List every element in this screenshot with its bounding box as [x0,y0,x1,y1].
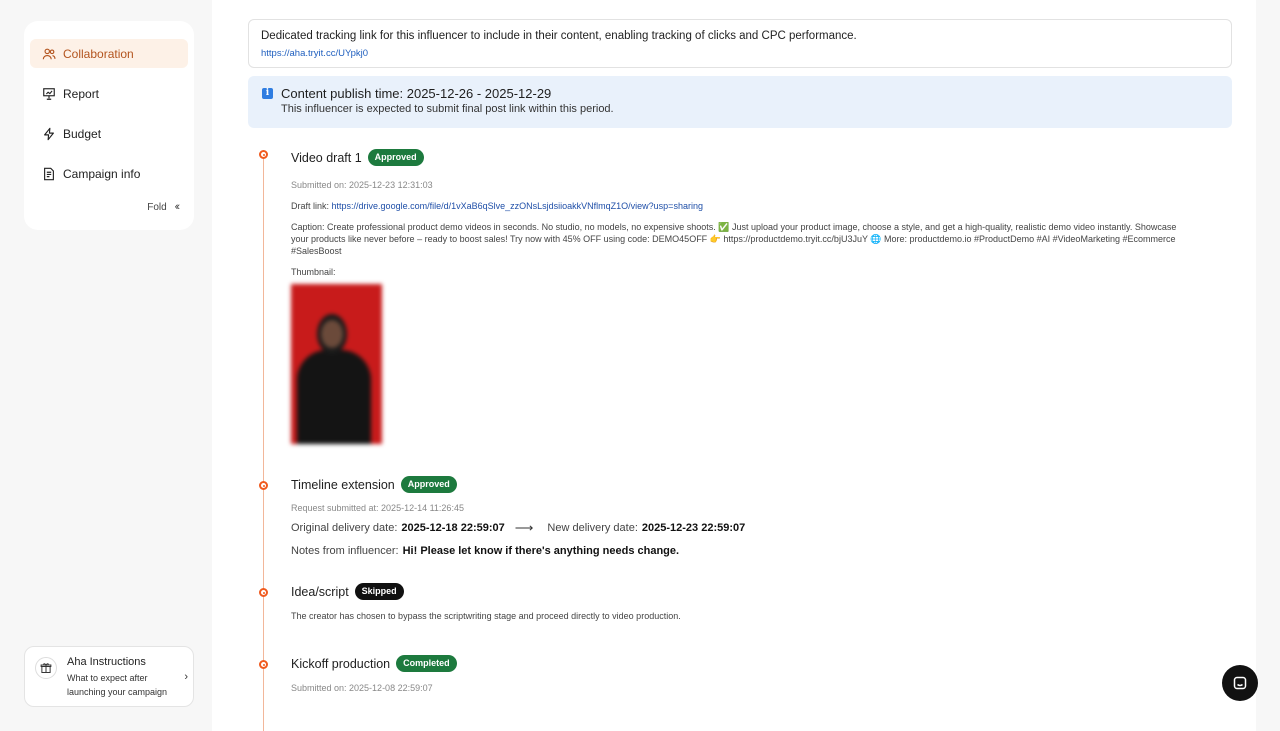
double-chevron-left-icon: ‹‹ [174,201,181,213]
thumbnail-figure [297,350,371,444]
tracking-link-box: Dedicated tracking link for this influen… [248,19,1232,68]
status-badge: Approved [367,149,424,166]
fold-label: Fold [147,201,167,213]
timeline-dot [259,660,268,669]
users-icon [42,47,56,61]
submitted-date: Submitted on: 2025-12-08 22:59:07 [291,683,433,693]
step-title: Video draft 1 [291,150,362,165]
sidebar-item-label: Report [63,86,100,101]
timeline-dot [259,150,268,159]
new-date-value: 2025-12-23 22:59:07 [641,522,746,534]
step-title: Kickoff production [291,656,391,671]
request-date: Request submitted at: 2025-12-14 11:26:4… [291,503,464,513]
thumbnail-label: Thumbnail: [291,267,336,277]
presentation-icon [42,87,56,101]
original-date-value: 2025-12-18 22:59:07 [401,522,505,534]
sidebar: Collaboration Report Budget Campaign inf… [0,0,212,731]
status-badge: Approved [400,476,457,493]
sidebar-item-campaign-info[interactable]: Campaign info [30,159,188,188]
aha-title: Aha Instructions [67,656,146,668]
aha-instructions-card[interactable]: Aha Instructions What to expect after la… [24,646,194,707]
tracking-description: Dedicated tracking link for this influen… [261,30,857,42]
draft-link-label: Draft link: [291,201,330,211]
draft-link[interactable]: https://drive.google.com/file/d/1vXaB6qS… [332,201,703,211]
timeline-extension-step: Timeline extension Approved [291,476,457,493]
lightning-icon [42,127,56,141]
caption-text: Caption: Create professional product dem… [291,222,1177,256]
sidebar-item-label: Budget [63,126,102,141]
sidebar-nav: Collaboration Report Budget Campaign inf… [24,21,194,230]
info-icon: i [262,88,273,99]
status-badge: Completed [396,655,457,672]
notes-value: Hi! Please let know if there's anything … [402,545,680,557]
aha-subtitle: What to expect after launching your camp… [67,673,168,697]
timeline-dot [259,588,268,597]
step-title: Idea/script [291,584,349,599]
publish-title: Content publish time: 2025-12-26 - 2025-… [281,86,552,101]
chat-icon [1232,675,1248,691]
publish-time-banner: i Content publish time: 2025-12-26 - 202… [248,76,1232,128]
gift-icon [35,657,57,679]
step-title: Timeline extension [291,477,395,492]
influencer-notes-row: Notes from influencer: Hi! Please let kn… [291,544,679,558]
status-badge: Skipped [354,583,404,600]
idea-script-step: Idea/script Skipped [291,583,404,600]
main-content: Dedicated tracking link for this influen… [212,0,1256,731]
publish-subtitle: This influencer is expected to submit fi… [281,103,614,115]
original-date-label: Original delivery date: [291,522,398,534]
new-date-label: New delivery date: [547,522,638,534]
document-icon [42,167,56,181]
chevron-right-icon: › [184,671,188,683]
fold-button[interactable]: Fold ‹‹ [147,201,181,213]
notes-label: Notes from influencer: [291,545,399,557]
timeline-line [263,154,264,731]
tracking-link[interactable]: https://aha.tryit.cc/UYpkj0 [261,47,1219,61]
sidebar-item-collaboration[interactable]: Collaboration [30,39,188,68]
submitted-date: Submitted on: 2025-12-23 12:31:03 [291,180,433,190]
video-draft-step: Video draft 1 Approved [291,149,424,166]
kickoff-step: Kickoff production Completed [291,655,457,672]
sidebar-item-label: Collaboration [63,46,134,61]
arrow-right-icon: ⟶ [514,520,534,535]
timeline-dot [259,481,268,490]
draft-link-row: Draft link: https://drive.google.com/fil… [291,200,703,212]
sidebar-item-label: Campaign info [63,166,141,181]
thumbnail-face [321,320,343,348]
thumbnail-image[interactable] [291,284,382,444]
chat-button[interactable] [1222,665,1258,701]
sidebar-item-budget[interactable]: Budget [30,119,188,148]
skip-description: The creator has chosen to bypass the scr… [291,611,681,621]
sidebar-item-report[interactable]: Report [30,79,188,108]
delivery-dates-row: Original delivery date: 2025-12-18 22:59… [291,521,745,535]
